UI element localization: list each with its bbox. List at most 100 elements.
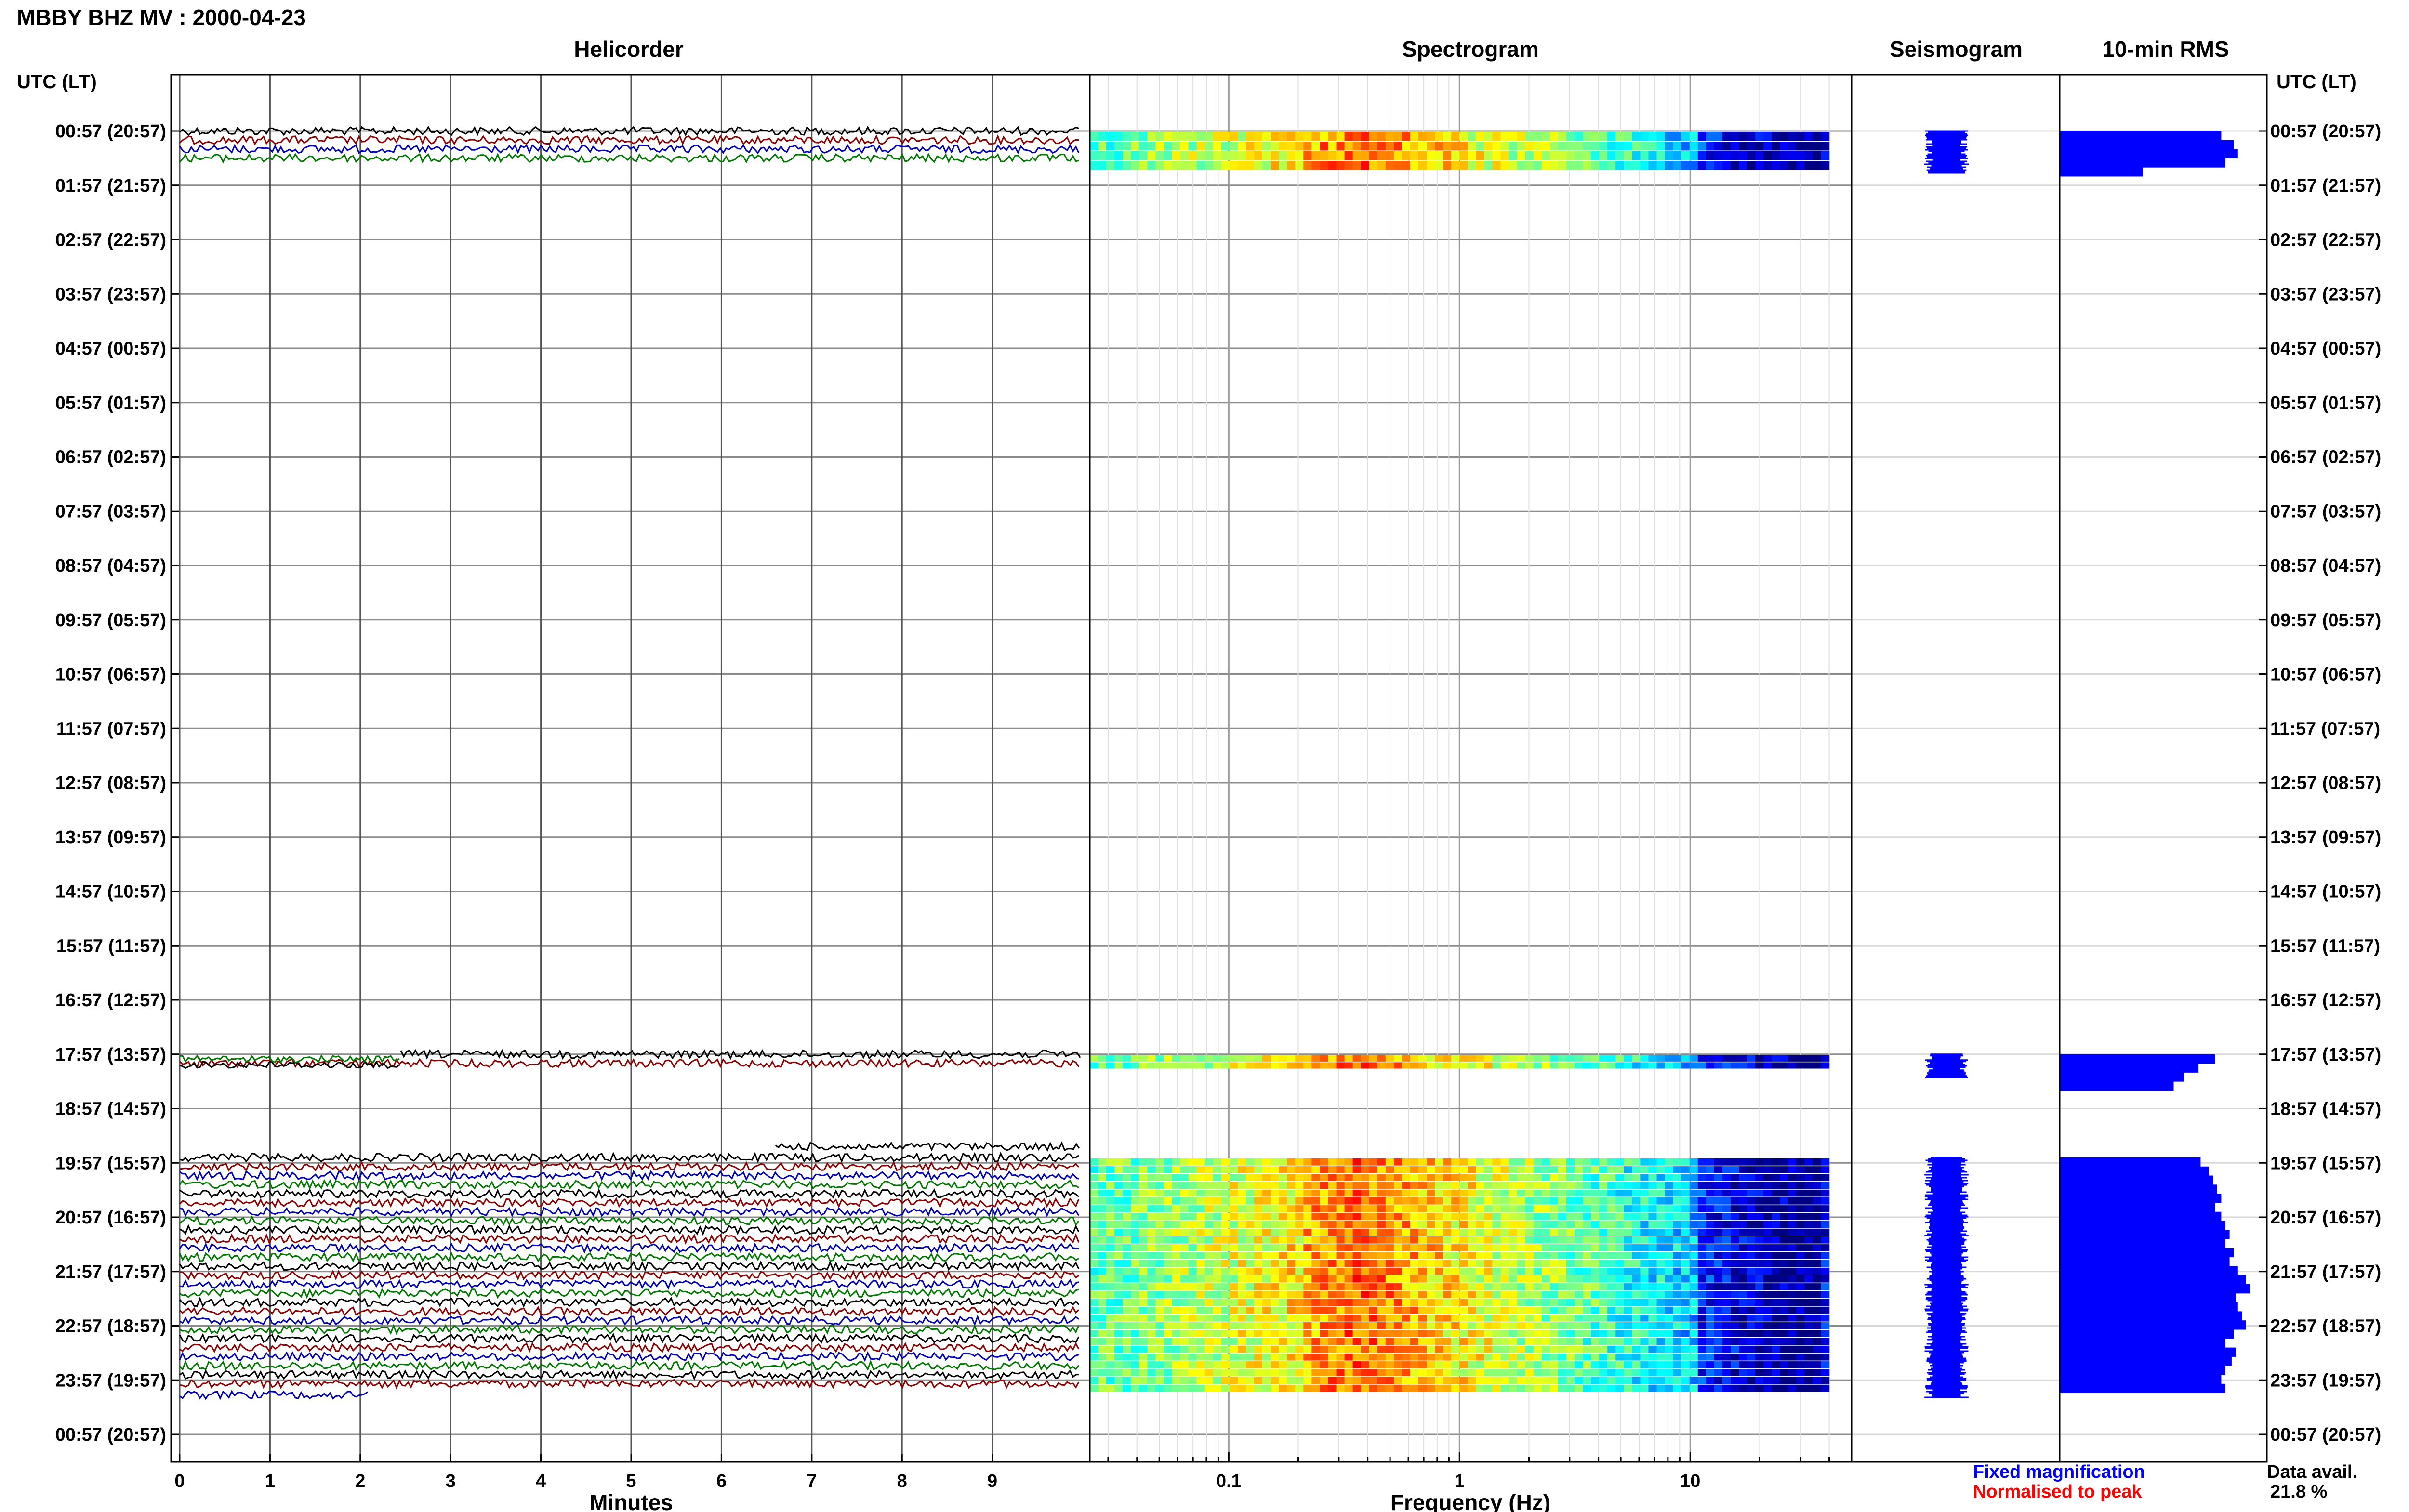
spectrogram-cell xyxy=(1500,1213,1509,1221)
spectrogram-cell xyxy=(1755,1166,1764,1173)
rms-bar xyxy=(2060,1311,2242,1321)
spectrogram-cell xyxy=(1098,161,1107,170)
spectrogram-cell xyxy=(1435,1062,1443,1069)
spectrogram-cell xyxy=(1361,1244,1370,1251)
spectrogram-cell xyxy=(1164,1369,1173,1376)
spectrogram-cell xyxy=(1410,142,1419,151)
spectrogram-cell xyxy=(1106,1189,1115,1197)
spectrogram-cell xyxy=(1484,1228,1493,1236)
spectrogram-cell xyxy=(1714,1166,1723,1173)
spectrogram-cell xyxy=(1361,1322,1370,1329)
spectrogram-cell xyxy=(1303,1291,1312,1299)
spectrogram-cell xyxy=(1575,1182,1583,1189)
spectrogram-cell xyxy=(1541,1345,1550,1353)
spectrogram-cell xyxy=(1418,1314,1427,1322)
spectrogram-cell xyxy=(1689,1299,1698,1306)
spectrogram-cell xyxy=(1303,1345,1312,1353)
spectrogram-cell xyxy=(1772,1182,1780,1189)
spectrogram-cell xyxy=(1607,1275,1616,1283)
spectrogram-cell xyxy=(1665,1338,1674,1345)
spectrogram-cell xyxy=(1377,1377,1386,1384)
spectrogram-cell xyxy=(1525,1361,1534,1368)
spectrogram-cell xyxy=(1500,1299,1509,1306)
spectrogram-cell xyxy=(1541,142,1550,151)
spectrogram-cell xyxy=(1451,1062,1460,1069)
spectrogram-cell xyxy=(1295,142,1304,151)
spectrogram-cell xyxy=(1369,1345,1378,1353)
spectrogram-cell xyxy=(1558,1283,1567,1290)
spectrogram-cell xyxy=(1098,142,1107,151)
spectrogram-cell xyxy=(1254,1275,1263,1283)
spectrogram-cell xyxy=(1237,1275,1246,1283)
spectrogram-cell xyxy=(1772,1205,1780,1212)
spectrogram-cell xyxy=(1468,1291,1476,1299)
spectrogram-cell xyxy=(1410,1228,1419,1236)
spectrogram-cell xyxy=(1435,1213,1443,1221)
spectrogram-cell xyxy=(1813,1213,1822,1221)
spectrogram-cell xyxy=(1196,1377,1205,1384)
spectrogram-cell xyxy=(1131,1260,1139,1267)
minute-tick-label: 9 xyxy=(987,1471,997,1491)
spectrogram-cell xyxy=(1410,1361,1419,1368)
spectrogram-cell xyxy=(1697,1314,1707,1322)
spectrogram-cell xyxy=(1279,1361,1287,1368)
spectrogram-cell xyxy=(1566,1377,1575,1384)
spectrogram-cell xyxy=(1665,1213,1674,1221)
minute-tick-label: 2 xyxy=(355,1471,365,1491)
spectrogram-cell xyxy=(1279,1055,1287,1062)
spectrogram-cell xyxy=(1196,1252,1205,1260)
spectrogram-cell xyxy=(1739,1353,1747,1361)
spectrogram-cell xyxy=(1615,1361,1624,1368)
spectrogram-cell xyxy=(1155,142,1165,151)
spectrogram-cell xyxy=(1262,161,1271,170)
spectrogram-cell xyxy=(1385,1299,1394,1306)
spectrogram-cell xyxy=(1730,1166,1739,1173)
spectrogram-cell xyxy=(1271,1221,1279,1228)
spectrogram-cell xyxy=(1287,1322,1296,1329)
spectrogram-cell xyxy=(1739,1205,1747,1212)
spectrogram-cell xyxy=(1188,1314,1197,1322)
spectrogram-cell xyxy=(1131,1205,1139,1212)
spectrogram-cell xyxy=(1295,1260,1304,1267)
spectrogram-cell xyxy=(1213,1221,1222,1228)
spectrogram-cell xyxy=(1435,1361,1443,1368)
spectrogram-cell xyxy=(1788,1189,1797,1197)
spectrogram-cell xyxy=(1344,1236,1353,1244)
spectrogram-cell xyxy=(1747,1306,1756,1314)
spectrogram-cell xyxy=(1697,1055,1707,1062)
helicorder-trace xyxy=(179,144,1080,155)
spectrogram-cell xyxy=(1648,1252,1657,1260)
spectrogram-cell xyxy=(1673,1384,1682,1392)
spectrogram-cell xyxy=(1624,1260,1632,1267)
spectrogram-cell xyxy=(1262,1338,1271,1345)
spectrogram-cell xyxy=(1714,1361,1723,1368)
spectrogram-cell xyxy=(1492,1174,1501,1182)
spectrogram-cell xyxy=(1443,1166,1452,1173)
spectrogram-cell xyxy=(1468,1244,1476,1251)
right-hour-label: 11:57 (07:57) xyxy=(2270,719,2380,739)
spectrogram-cell xyxy=(1615,1158,1624,1166)
spectrogram-cell xyxy=(1706,1197,1715,1205)
spectrogram-cell xyxy=(1114,1197,1123,1205)
spectrogram-cell xyxy=(1287,1189,1296,1197)
spectrogram-cell xyxy=(1279,1306,1287,1314)
spectrogram-cell xyxy=(1697,1213,1707,1221)
spectrogram-cell xyxy=(1385,1314,1394,1322)
helicorder-trace xyxy=(179,1342,1080,1353)
spectrogram-cell xyxy=(1254,1260,1263,1267)
spectrogram-cell xyxy=(1821,1062,1830,1069)
spectrogram-cell xyxy=(1320,1182,1329,1189)
spectrogram-cell xyxy=(1131,1314,1139,1322)
spectrogram-cell xyxy=(1402,1345,1411,1353)
spectrogram-cell xyxy=(1139,1275,1148,1283)
spectrogram-cell xyxy=(1468,1260,1476,1267)
spectrogram-cell xyxy=(1575,1244,1583,1251)
spectrogram-cell xyxy=(1468,1158,1476,1166)
spectrogram-cell xyxy=(1632,1384,1641,1392)
spectrogram-cell xyxy=(1689,151,1698,160)
spectrogram-cell xyxy=(1172,1353,1181,1361)
spectrogram-cell xyxy=(1328,1314,1337,1322)
spectrogram-cell xyxy=(1541,1330,1550,1338)
spectrogram-cell xyxy=(1336,1361,1345,1368)
spectrogram-cell xyxy=(1648,132,1657,141)
